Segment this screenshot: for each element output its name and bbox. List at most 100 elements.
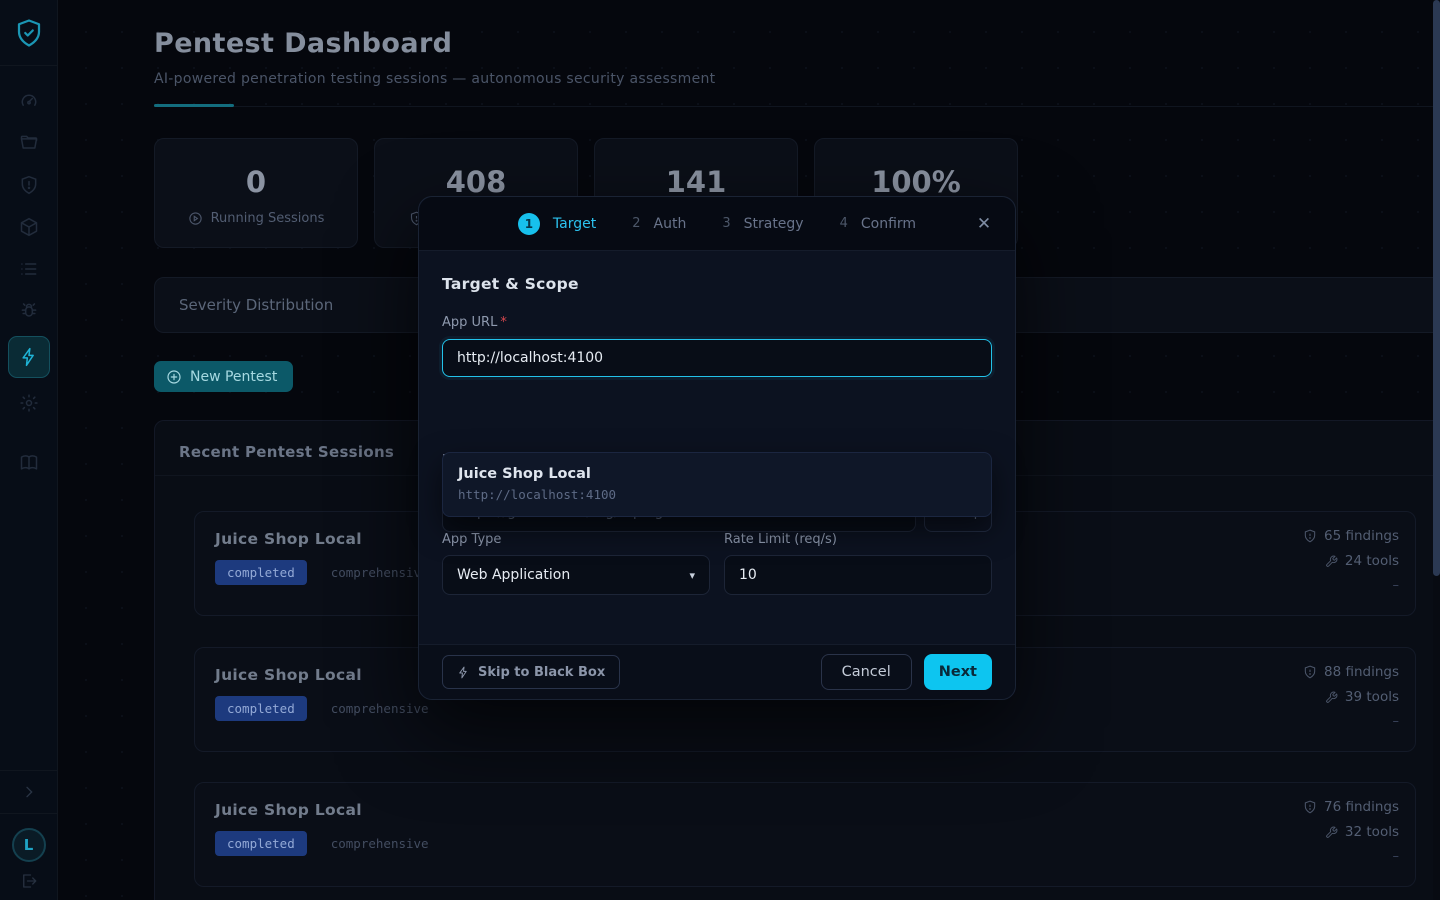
step-number: 3 — [722, 216, 730, 231]
session-title: Juice Shop Local — [215, 530, 429, 548]
app-type-value: Web Application — [457, 567, 570, 583]
sidebar-item-logs[interactable] — [8, 252, 50, 286]
chevron-down-icon: ▾ — [689, 569, 695, 582]
step-strategy[interactable]: 3 Strategy — [722, 216, 803, 232]
step-auth[interactable]: 2 Auth — [632, 216, 686, 232]
new-pentest-label: New Pentest — [190, 369, 277, 385]
app-type-select[interactable]: Web Application ▾ — [442, 555, 710, 595]
sidebar-item-settings[interactable] — [8, 386, 50, 420]
step-label: Confirm — [861, 216, 916, 232]
box-icon — [19, 217, 39, 237]
scrollbar-track[interactable] — [1433, 0, 1440, 900]
step-number: 4 — [840, 216, 848, 231]
session-tools: 32 tools — [1345, 824, 1399, 840]
url-suggestion-item[interactable]: Juice Shop Local http://localhost:4100 — [442, 452, 992, 517]
session-mode: comprehensive — [331, 701, 429, 716]
app-logo[interactable] — [0, 0, 58, 66]
folder-icon — [19, 133, 39, 153]
session-extra: – — [1393, 849, 1400, 864]
stat-value: 100% — [815, 165, 1017, 199]
new-pentest-modal: 1 Target 2 Auth 3 Strategy 4 Confirm ✕ T… — [418, 196, 1016, 700]
step-target[interactable]: 1 Target — [518, 213, 596, 235]
sidebar-item-bugs[interactable] — [8, 294, 50, 328]
lightning-icon — [457, 666, 470, 679]
step-label: Auth — [654, 216, 687, 232]
app-url-input[interactable] — [442, 339, 992, 377]
chevron-right-icon — [21, 784, 37, 800]
suggestion-url: http://localhost:4100 — [458, 487, 976, 502]
sidebar-item-docs[interactable] — [8, 446, 50, 480]
play-circle-icon — [188, 211, 203, 226]
skip-black-box-button[interactable]: Skip to Black Box — [442, 655, 620, 689]
step-confirm[interactable]: 4 Confirm — [840, 216, 916, 232]
sidebar-item-vulnerabilities[interactable] — [8, 168, 50, 202]
session-findings: 76 findings — [1324, 799, 1399, 815]
avatar[interactable]: L — [12, 828, 46, 862]
shield-alert-icon — [1303, 665, 1317, 679]
session-mode: comprehensive — [331, 836, 429, 851]
bug-icon — [19, 301, 39, 321]
next-button[interactable]: Next — [924, 654, 992, 690]
app-url-label: App URL* — [442, 315, 992, 330]
required-asterisk: * — [500, 315, 507, 330]
severity-title: Severity Distribution — [179, 296, 333, 314]
app-type-label: App Type — [442, 532, 710, 547]
session-findings: 65 findings — [1324, 528, 1399, 544]
stat-value: 141 — [595, 165, 797, 199]
sidebar-item-packages[interactable] — [8, 210, 50, 244]
page-subtitle: AI-powered penetration testing sessions … — [154, 71, 1440, 87]
header-accent — [154, 104, 234, 107]
session-extra: – — [1393, 578, 1400, 593]
lightning-icon — [19, 347, 39, 367]
rate-limit-input[interactable] — [724, 555, 992, 595]
stat-label: Running Sessions — [211, 211, 325, 226]
close-icon[interactable]: ✕ — [973, 213, 995, 235]
new-pentest-button[interactable]: New Pentest — [154, 361, 293, 392]
suggestion-title: Juice Shop Local — [458, 466, 976, 482]
gear-icon — [19, 393, 39, 413]
logout-icon — [20, 872, 38, 890]
session-status-badge: completed — [215, 696, 307, 721]
shield-check-icon — [14, 18, 44, 48]
stat-value: 0 — [155, 165, 357, 199]
session-status-badge: completed — [215, 560, 307, 585]
sidebar-item-pentests[interactable] — [8, 336, 50, 378]
wrench-icon — [1325, 555, 1338, 568]
session-findings: 88 findings — [1324, 664, 1399, 680]
pentest-app: L Pentest Dashboard AI-powered penetrati… — [0, 0, 1440, 900]
scrollbar-thumb[interactable] — [1433, 0, 1440, 576]
session-title: Juice Shop Local — [215, 801, 429, 819]
sidebar-collapse-button[interactable] — [0, 770, 57, 814]
shield-alert-icon — [1303, 800, 1317, 814]
stat-card-running: 0 Running Sessions — [154, 138, 358, 248]
step-label: Target — [553, 216, 596, 232]
rate-limit-label: Rate Limit (req/s) — [724, 532, 992, 547]
shield-alert-icon — [1303, 529, 1317, 543]
book-icon — [19, 453, 39, 473]
step-number: 2 — [632, 216, 640, 231]
shield-alert-icon — [19, 175, 39, 195]
session-extra: – — [1393, 714, 1400, 729]
gauge-icon — [19, 91, 39, 111]
session-tools: 39 tools — [1345, 689, 1399, 705]
list-icon — [19, 259, 39, 279]
modal-stepper: 1 Target 2 Auth 3 Strategy 4 Confirm ✕ — [419, 197, 1015, 251]
step-label: Strategy — [744, 216, 804, 232]
stat-value: 408 — [375, 165, 577, 199]
sidebar: L — [0, 0, 58, 900]
session-card[interactable]: Juice Shop Local completed comprehensive… — [194, 782, 1416, 887]
modal-section-title: Target & Scope — [442, 275, 992, 293]
sidebar-item-dashboard[interactable] — [8, 84, 50, 118]
sidebar-item-projects[interactable] — [8, 126, 50, 160]
page-title: Pentest Dashboard — [154, 28, 1440, 59]
wrench-icon — [1325, 826, 1338, 839]
wrench-icon — [1325, 691, 1338, 704]
session-mode: comprehensive — [331, 565, 429, 580]
cancel-button[interactable]: Cancel — [821, 654, 912, 690]
session-tools: 24 tools — [1345, 553, 1399, 569]
session-title: Juice Shop Local — [215, 666, 429, 684]
session-status-badge: completed — [215, 831, 307, 856]
logout-button[interactable] — [20, 872, 38, 898]
header-divider — [154, 106, 1440, 107]
plus-circle-icon — [166, 369, 182, 385]
